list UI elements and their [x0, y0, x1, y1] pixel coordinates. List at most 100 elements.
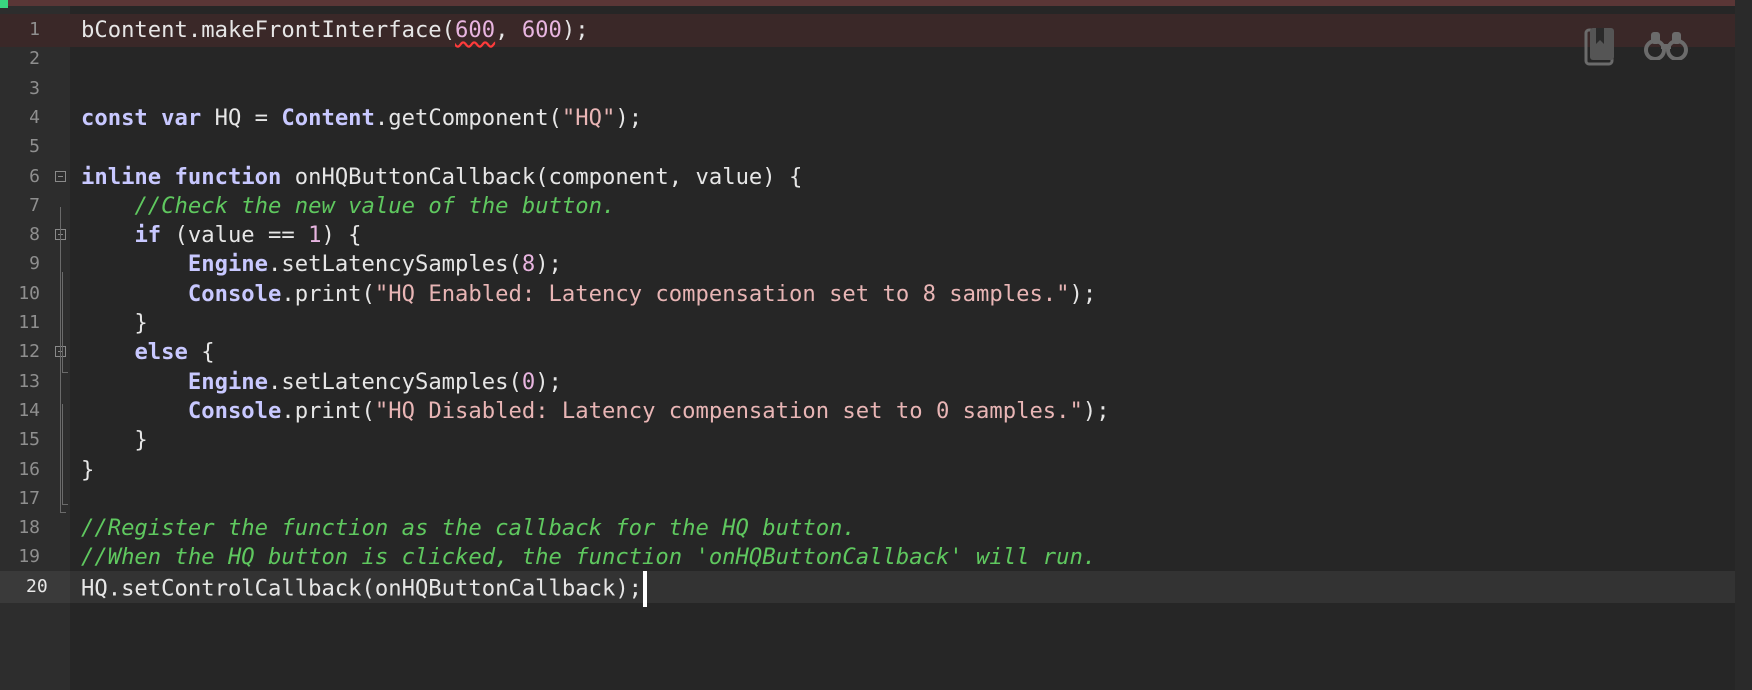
line-number: 12: [18, 341, 40, 363]
code-line[interactable]: 7 //Check the new value of the button.: [0, 190, 1735, 223]
code-token: Console: [187, 280, 282, 307]
code-token: );: [615, 104, 643, 131]
code-line[interactable]: 9 Engine.setLatencySamples(8);: [0, 248, 1735, 281]
code-line[interactable]: 1 bContent.makeFrontInterface(600, 600);: [0, 14, 1735, 47]
code-token: 600: [521, 17, 562, 43]
line-number: 10: [18, 282, 40, 304]
vertical-scrollbar[interactable]: [1735, 0, 1752, 690]
fold-guide: [60, 207, 61, 512]
code-text[interactable]: inline function onHQButtonCallback(compo…: [81, 161, 802, 194]
code-token: .print(: [281, 280, 375, 307]
code-line[interactable]: 17: [0, 483, 1735, 516]
code-token: );: [535, 251, 562, 278]
fold-toggle-icon[interactable]: [55, 170, 66, 182]
code-text[interactable]: Console.print("HQ Disabled: Latency comp…: [81, 395, 1110, 428]
fold-guide-end: [60, 512, 66, 513]
code-token: 1: [308, 222, 322, 249]
line-number: 20: [0, 570, 70, 604]
code-line[interactable]: 20 HQ.setControlCallback(onHQButtonCallba…: [0, 570, 1735, 607]
code-token: Engine: [187, 368, 269, 395]
code-text[interactable]: Console.print("HQ Enabled: Latency compe…: [81, 278, 1096, 311]
code-token: const: [81, 104, 148, 131]
line-number: 14: [18, 399, 40, 421]
line-number: 3: [29, 77, 40, 99]
code-text[interactable]: }: [81, 424, 148, 457]
code-text[interactable]: Engine.setLatencySamples(0);: [81, 366, 562, 399]
code-line[interactable]: 15 }: [0, 424, 1735, 457]
line-number: 17: [18, 487, 40, 509]
code-token: else: [134, 339, 188, 366]
code-token: Engine: [187, 251, 269, 278]
code-token: 8: [521, 251, 536, 278]
code-token: Content: [281, 104, 375, 131]
code-token: function: [174, 163, 282, 190]
fold-guide: [62, 404, 63, 504]
code-token: .setLatencySamples(: [268, 251, 522, 278]
code-text[interactable]: else {: [81, 336, 215, 369]
code-line[interactable]: 4 const var HQ = Content.getComponent("HQ…: [0, 102, 1735, 135]
code-token: inline: [81, 163, 162, 190]
code-token: "HQ Disabled: Latency compensation set t…: [374, 397, 1083, 424]
line-number: 13: [18, 370, 40, 392]
code-token: );: [1069, 280, 1097, 307]
code-token: );: [535, 368, 562, 395]
line-number: 1: [29, 19, 40, 40]
code-line[interactable]: 18 //Register the function as the callbac…: [0, 512, 1735, 545]
binoculars-icon[interactable]: [1644, 30, 1688, 60]
line-number: 6: [29, 165, 40, 187]
code-line[interactable]: 5: [0, 131, 1735, 164]
code-line[interactable]: 10 Console.print("HQ Enabled: Latency co…: [0, 278, 1735, 311]
code-token: //When the HQ button is clicked, the fun…: [81, 544, 1097, 571]
code-token: );: [1082, 397, 1110, 424]
editor-toolbar: [1580, 26, 1690, 66]
fold-guide: [62, 272, 63, 372]
code-text[interactable]: //Check the new value of the button.: [81, 190, 615, 223]
code-text[interactable]: //Register the function as the callback …: [81, 512, 856, 545]
code-token: HQ.setControlCallback(onHQButtonCallback…: [81, 575, 643, 602]
code-token: ,: [495, 17, 522, 43]
fold-guide-end: [62, 504, 68, 505]
code-line[interactable]: 11 }: [0, 307, 1735, 340]
code-line[interactable]: 3: [0, 73, 1735, 106]
code-editor[interactable]: 1 bContent.makeFrontInterface(600, 600); 2…: [0, 0, 1752, 690]
code-token: (value ==: [161, 222, 309, 249]
code-line[interactable]: 12 else {: [0, 336, 1735, 369]
code-token: "HQ": [561, 104, 616, 131]
code-token: //Register the function as the callback …: [81, 515, 856, 542]
code-line[interactable]: 13 Engine.setLatencySamples(0);: [0, 366, 1735, 399]
code-text[interactable]: //When the HQ button is clicked, the fun…: [81, 541, 1096, 574]
code-text[interactable]: }: [81, 454, 94, 487]
code-line[interactable]: 14 Console.print("HQ Disabled: Latency c…: [0, 395, 1735, 428]
code-token: );: [561, 17, 589, 43]
code-token: {: [187, 339, 215, 366]
code-text[interactable]: bContent.makeFrontInterface(600, 600);: [81, 14, 589, 47]
line-number: 18: [18, 517, 40, 539]
line-number: 15: [18, 429, 40, 451]
code-token: bContent.makeFrontInterface(: [81, 17, 456, 43]
code-token: }: [81, 427, 148, 454]
code-line[interactable]: 19 //When the HQ button is clicked, the f…: [0, 541, 1735, 574]
code-line[interactable]: 16}: [0, 454, 1735, 487]
code-text[interactable]: const var HQ = Content.getComponent("HQ"…: [81, 102, 642, 135]
bookmark-icon[interactable]: [1584, 26, 1618, 66]
code-text[interactable]: Engine.setLatencySamples(8);: [81, 248, 562, 281]
text-cursor: [643, 570, 648, 607]
line-number: 2: [29, 48, 40, 70]
code-text[interactable]: }: [81, 307, 147, 340]
code-text[interactable]: if (value == 1) {: [81, 219, 361, 252]
code-line[interactable]: 2: [0, 43, 1735, 76]
code-token: Console: [187, 397, 282, 424]
code-text[interactable]: HQ.setControlCallback(onHQButtonCallback…: [81, 570, 648, 607]
line-number: 7: [29, 194, 40, 216]
code-line[interactable]: 8 if (value == 1) {: [0, 219, 1735, 252]
code-token: HQ =: [201, 104, 282, 131]
code-token: .setLatencySamples(: [268, 368, 522, 395]
code-line[interactable]: 6 inline function onHQButtonCallback(comp…: [0, 161, 1735, 194]
